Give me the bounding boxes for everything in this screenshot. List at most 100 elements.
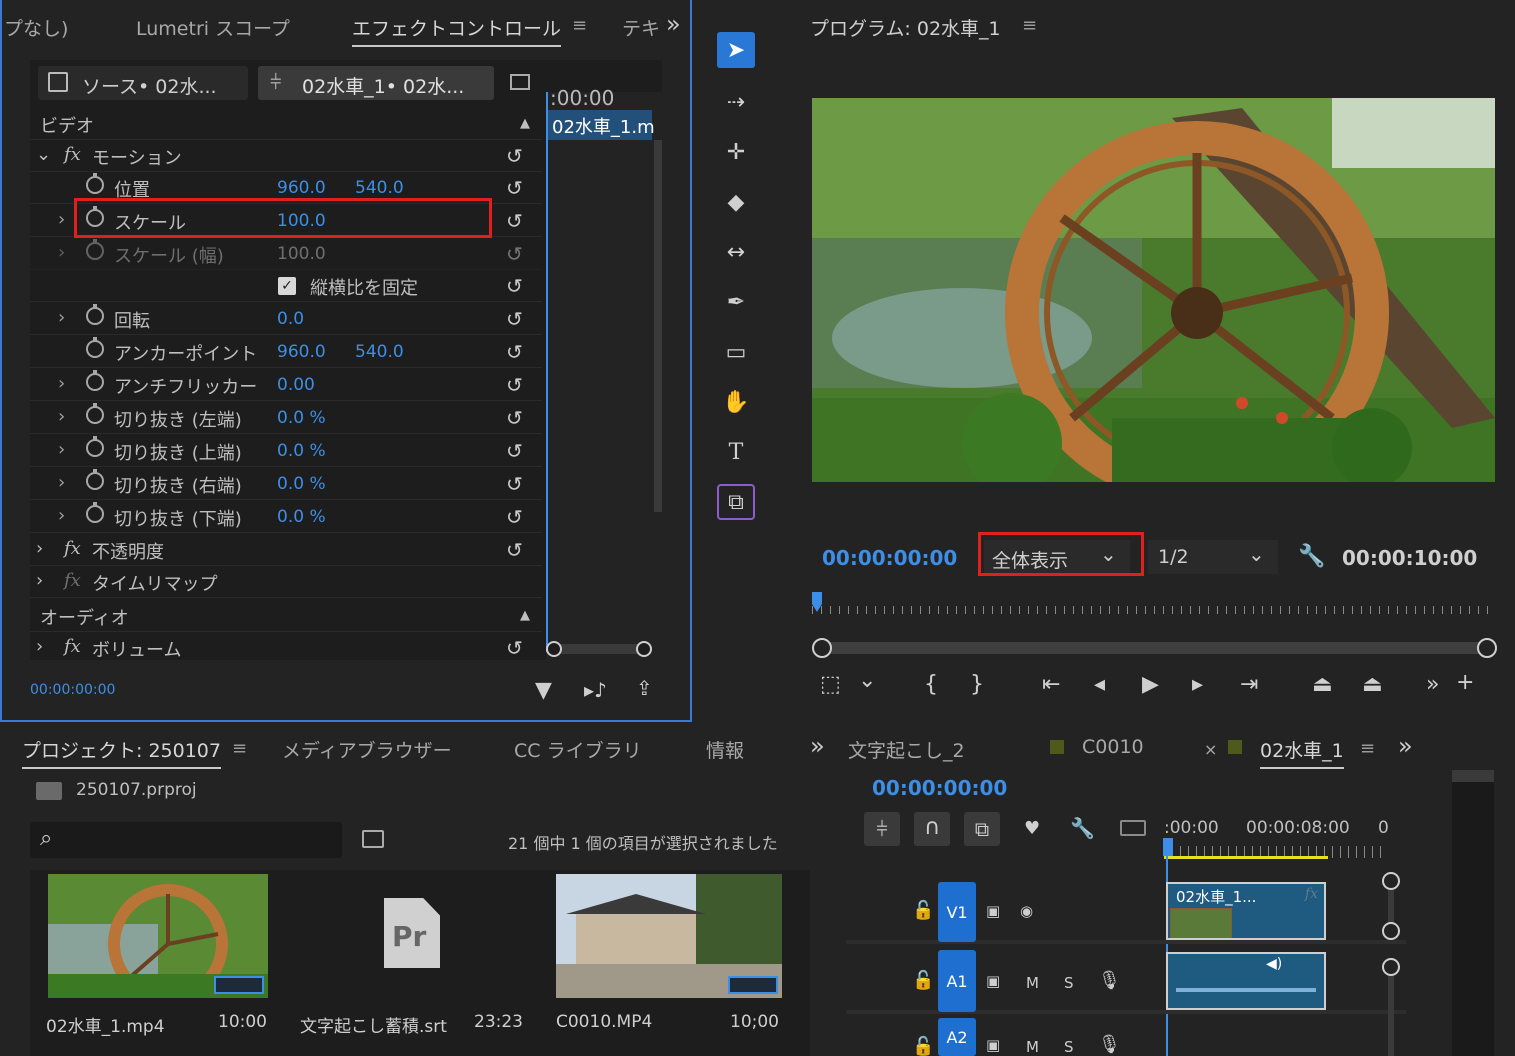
stopwatch-icon[interactable] — [86, 469, 104, 490]
chevron-right-icon[interactable]: › — [58, 439, 65, 460]
position-x[interactable]: 960.0 — [277, 178, 326, 198]
lift-icon[interactable]: ⏏ — [1312, 672, 1333, 697]
stopwatch-icon[interactable] — [86, 370, 104, 391]
mute-button[interactable]: M — [1026, 1038, 1039, 1056]
program-ruler[interactable] — [812, 596, 1495, 616]
crop-top-value[interactable]: 0.0 % — [277, 441, 326, 461]
tab-sequence-transcript[interactable]: 文字起こし_2 — [848, 736, 965, 763]
track-target-v1[interactable]: V1 — [938, 882, 976, 942]
panel-toggle-icon[interactable] — [510, 74, 530, 90]
reset-icon[interactable]: ↺ — [506, 176, 523, 200]
project-item-thumbnail[interactable]: Pr — [306, 874, 526, 998]
chevron-right-icon[interactable]: › — [58, 505, 65, 526]
more-panels-icon[interactable]: » — [666, 10, 681, 38]
reset-icon[interactable]: ↺ — [506, 636, 523, 660]
wrench-icon[interactable]: 🔧 — [1070, 816, 1095, 840]
collapse-up-icon[interactable]: ▲ — [520, 608, 530, 623]
tab-text[interactable]: テキ — [622, 14, 660, 41]
vertical-scrollbar[interactable] — [1388, 976, 1394, 1056]
filter-icon[interactable]: ▼ — [535, 678, 552, 703]
project-item-thumbnail[interactable] — [556, 874, 782, 998]
rectangle-tool-icon[interactable]: ▭ — [717, 334, 755, 370]
mark-in-icon[interactable]: { — [924, 672, 938, 697]
project-item-thumbnail[interactable] — [48, 874, 268, 998]
lock-icon[interactable]: 🔓 — [912, 1036, 934, 1056]
reset-icon[interactable]: ↺ — [506, 274, 523, 298]
chevron-right-icon[interactable]: › — [58, 406, 65, 427]
project-item-name[interactable]: 02水車_1.mp4 — [46, 1012, 165, 1037]
sync-lock-icon[interactable]: ▣ — [986, 972, 1000, 990]
rotation-value[interactable]: 0.0 — [277, 309, 304, 329]
scroll-handle-bottom[interactable] — [1382, 922, 1400, 940]
mute-button[interactable]: M — [1026, 974, 1039, 992]
mark-out-icon[interactable]: } — [970, 672, 984, 697]
vertical-scrollbar[interactable] — [1388, 890, 1394, 924]
position-y[interactable]: 540.0 — [355, 178, 404, 198]
export-icon[interactable]: ⇪ — [636, 676, 653, 700]
timeline-playhead[interactable] — [1163, 838, 1173, 856]
tab-sequence-waterwheel[interactable]: 02水車_1 — [1260, 736, 1344, 769]
step-forward-icon[interactable]: ▸ — [1192, 672, 1203, 697]
effect-motion[interactable]: ⌄ fx モーション ↺ — [30, 140, 542, 172]
tab-media-browser[interactable]: メディアブラウザー — [282, 736, 452, 763]
reset-icon[interactable]: ↺ — [506, 373, 523, 397]
stopwatch-icon[interactable] — [86, 304, 104, 325]
eye-icon[interactable]: ◉ — [1020, 902, 1033, 920]
slip-tool-icon[interactable]: ↔ — [717, 234, 755, 270]
zoom-handle-left[interactable] — [812, 638, 832, 658]
crop-bottom-value[interactable]: 0.0 % — [277, 507, 326, 527]
zoom-handle-left[interactable] — [546, 641, 562, 657]
lock-icon[interactable]: 🔓 — [912, 900, 934, 921]
reset-icon[interactable]: ↺ — [506, 144, 523, 168]
mini-zoom-bar[interactable] — [556, 644, 644, 654]
reset-icon[interactable]: ↺ — [506, 472, 523, 496]
lock-icon[interactable]: 🔓 — [912, 970, 934, 991]
tab-no-sequence[interactable]: プなし) — [4, 14, 68, 41]
program-zoom-scroll[interactable] — [820, 642, 1486, 654]
program-video-frame[interactable] — [812, 98, 1495, 482]
hand-tool-icon[interactable]: ✋ — [717, 384, 755, 420]
zoom-handle-right[interactable] — [636, 641, 652, 657]
chevron-right-icon[interactable]: › — [58, 472, 65, 493]
program-current-time[interactable]: 00:00:00:00 — [822, 546, 957, 570]
tab-effect-controls[interactable]: エフェクトコントロール — [352, 14, 562, 47]
resolution-dropdown[interactable]: 1/2 ⌄ — [1148, 540, 1278, 574]
effect-volume[interactable]: › fx ボリューム ↺ — [30, 632, 542, 664]
selection-tool-icon[interactable]: ➤ — [717, 32, 755, 68]
effect-bottom-timecode[interactable]: 00:00:00:00 — [30, 682, 115, 698]
project-item-name[interactable]: C0010.MP4 — [556, 1012, 652, 1032]
stopwatch-icon[interactable] — [86, 239, 104, 260]
microphone-icon[interactable]: 🎙 — [1098, 970, 1121, 991]
reset-icon[interactable]: ↺ — [506, 439, 523, 463]
tab-lumetri-scope[interactable]: Lumetri スコープ — [136, 14, 290, 41]
reset-icon[interactable]: ↺ — [506, 209, 523, 233]
tab-project[interactable]: プロジェクト: 250107 — [22, 736, 221, 769]
work-area-bar[interactable] — [1164, 856, 1328, 859]
reset-icon[interactable]: ↺ — [506, 505, 523, 529]
project-menu-icon[interactable]: ≡ — [232, 738, 247, 759]
source-selector[interactable]: ソース• 02水... — [38, 66, 248, 100]
track-target-a2[interactable]: A2 — [938, 1018, 976, 1056]
chevron-down-icon[interactable]: ⌄ — [858, 668, 876, 693]
stopwatch-icon[interactable] — [86, 337, 104, 358]
timeline-menu-icon[interactable]: ≡ — [1360, 738, 1375, 759]
program-menu-icon[interactable]: ≡ — [1022, 15, 1037, 36]
extract-icon[interactable]: ⏏ — [1362, 672, 1383, 697]
add-button-icon[interactable]: + — [1456, 670, 1474, 695]
reset-icon[interactable]: ↺ — [506, 406, 523, 430]
captions-icon[interactable] — [1120, 820, 1146, 836]
timeline-clip-video[interactable]: 02水車_1... fx — [1166, 882, 1326, 940]
more-panels-icon[interactable]: » — [810, 732, 825, 760]
razor-tool-icon[interactable]: ◆ — [717, 184, 755, 220]
chevron-right-icon[interactable]: › — [36, 538, 43, 559]
close-icon[interactable]: × — [1204, 740, 1217, 759]
tab-info[interactable]: 情報 — [706, 736, 744, 763]
uniform-scale-checkbox[interactable]: ✓ — [278, 277, 296, 295]
more-buttons-icon[interactable]: » — [1426, 672, 1439, 697]
scroll-handle-top[interactable] — [1382, 958, 1400, 976]
antiflicker-value[interactable]: 0.00 — [277, 375, 315, 395]
go-to-in-icon[interactable]: ⇤ — [1042, 672, 1060, 697]
sync-lock-icon[interactable]: ▣ — [986, 902, 1000, 920]
effect-time-remap[interactable]: › fx タイムリマップ — [30, 566, 542, 598]
panel-menu-icon[interactable]: ≡ — [572, 15, 587, 36]
